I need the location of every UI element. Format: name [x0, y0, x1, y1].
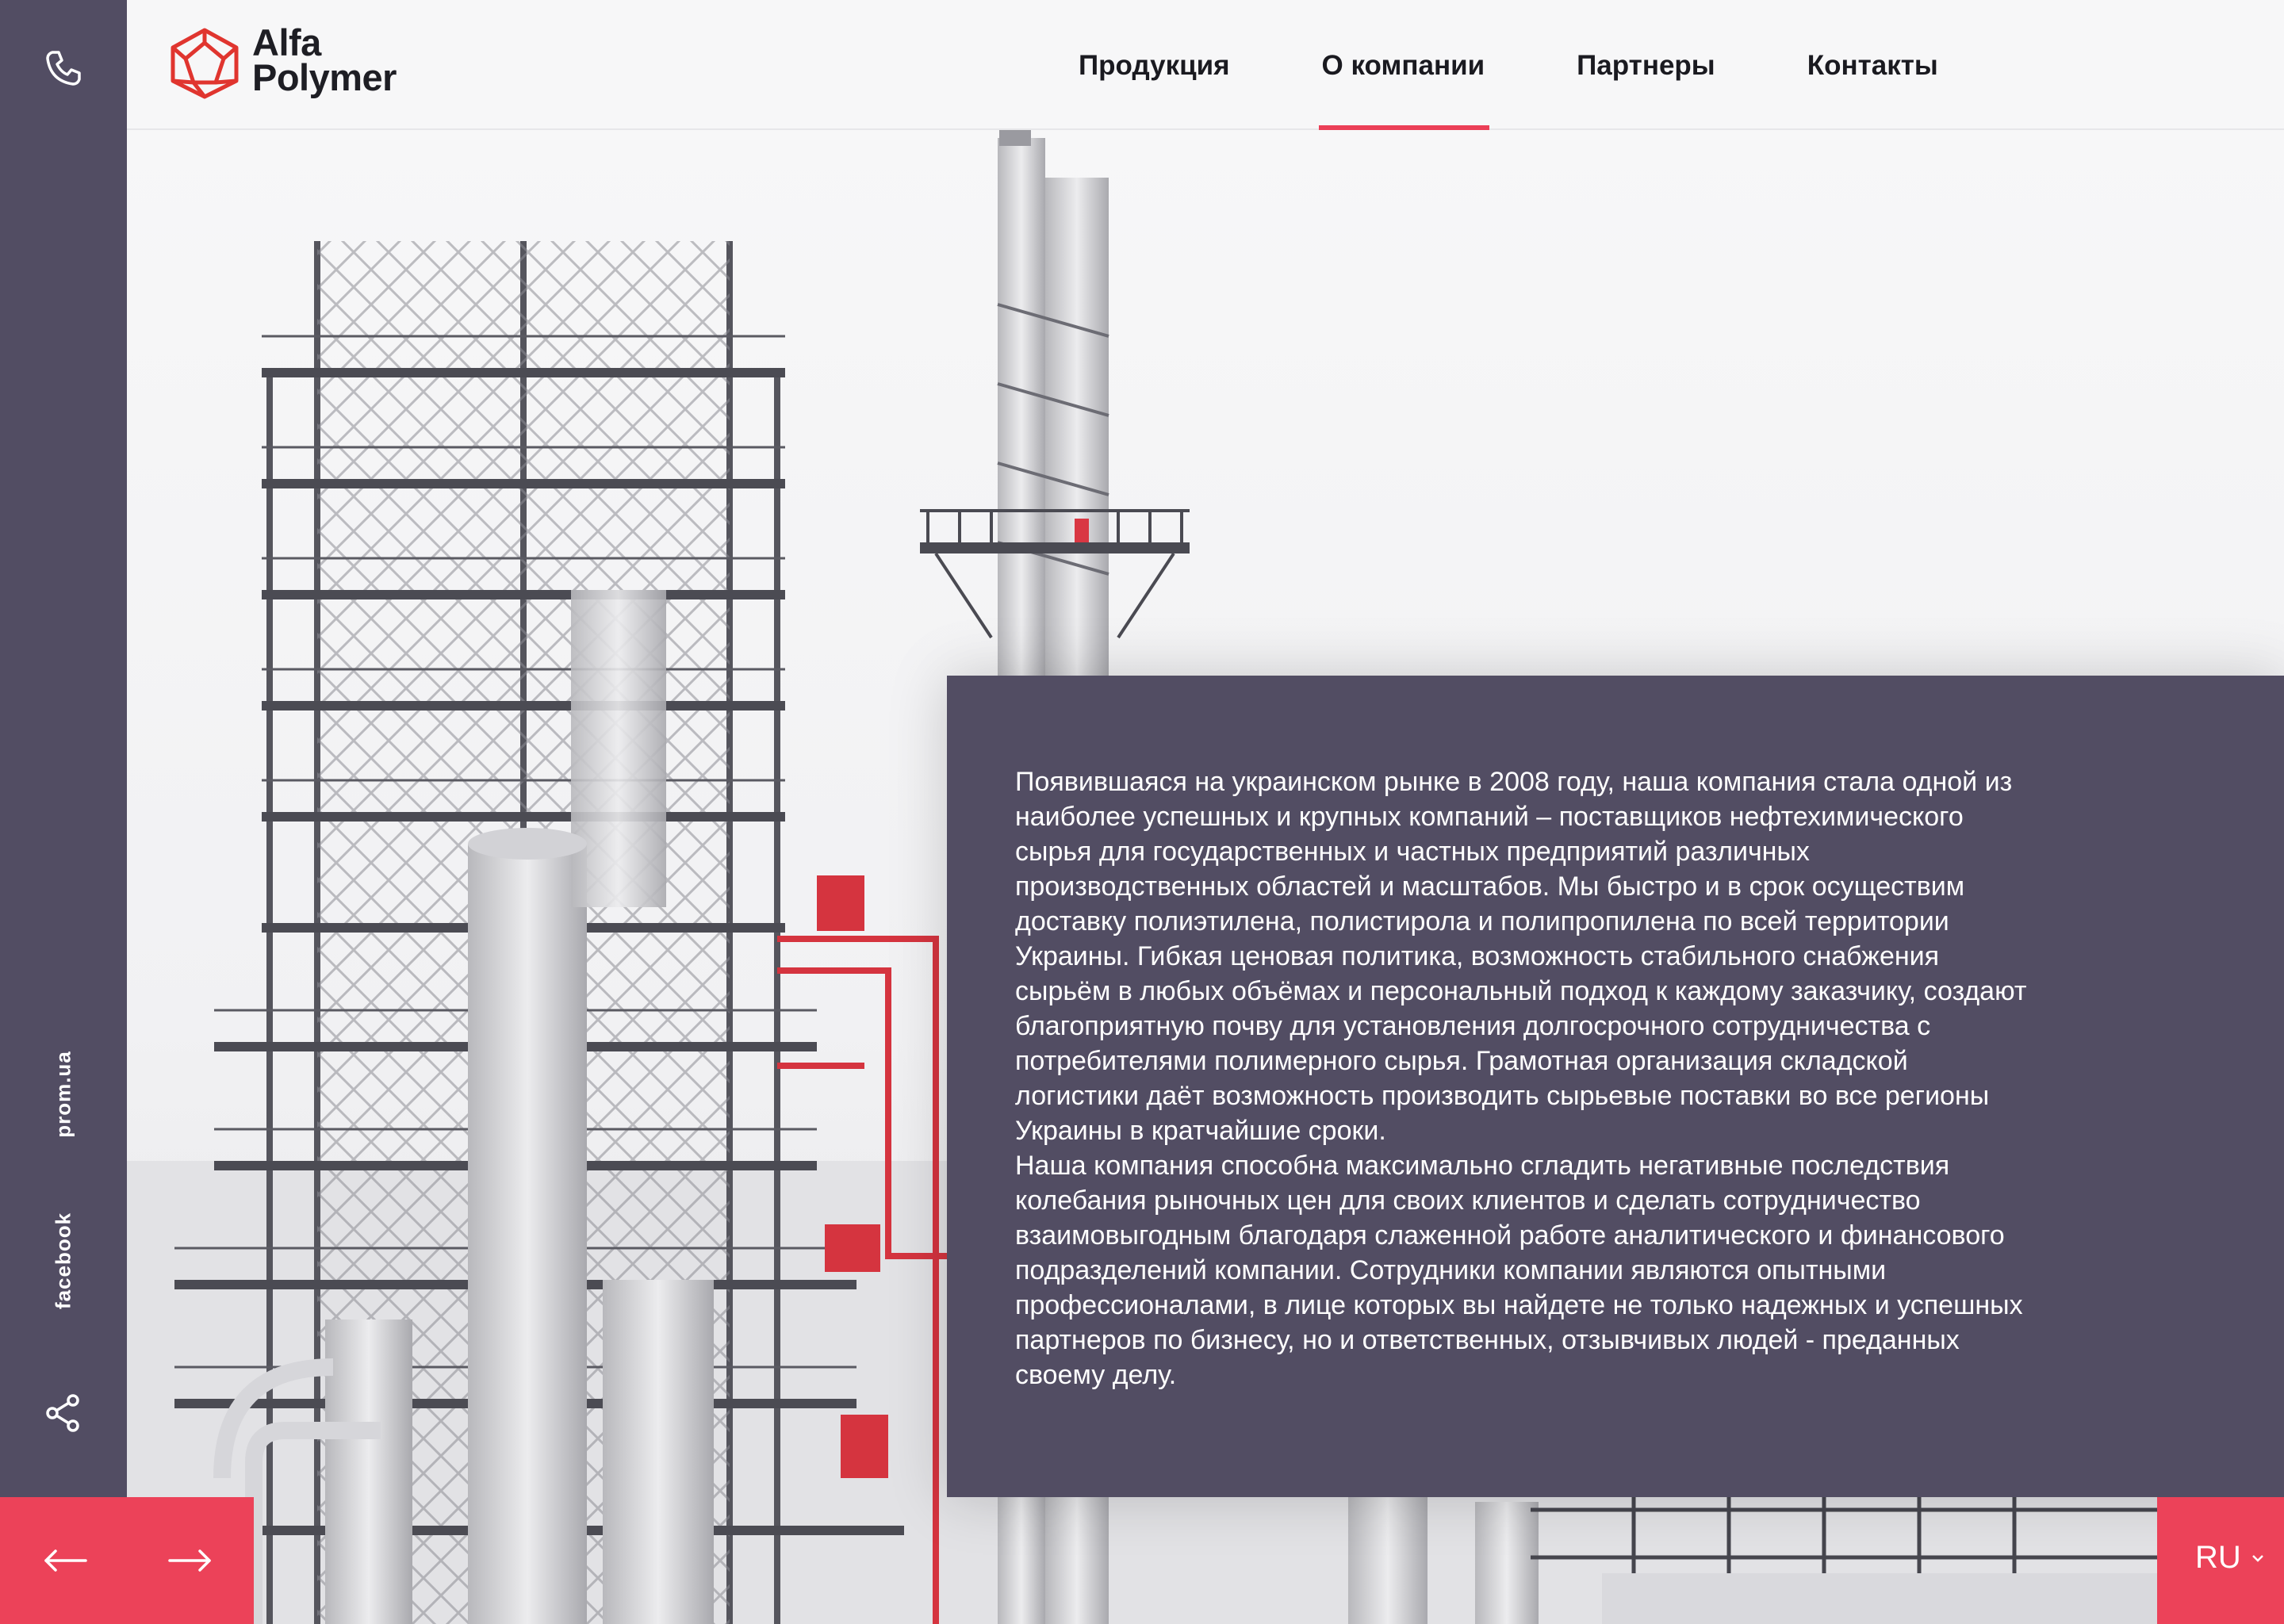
- logo[interactable]: Alfa Polymer: [167, 21, 436, 105]
- main-nav: Продукция О компании Партнеры Контакты: [1079, 0, 2030, 130]
- logo-line-1: Alfa: [252, 21, 321, 63]
- nav-item-products[interactable]: Продукция: [1079, 0, 1230, 128]
- arrow-left-icon[interactable]: [41, 1541, 89, 1580]
- arrow-right-icon[interactable]: [167, 1541, 214, 1580]
- about-paragraph-2: Наша компания способна максимально сглад…: [1015, 1151, 2023, 1390]
- share-icon[interactable]: [40, 1389, 87, 1437]
- slider-controls: [0, 1497, 254, 1624]
- sidebar: prom.ua facebook: [0, 0, 127, 1497]
- about-paragraph-1: Появившаяся на украинском рынке в 2008 г…: [1015, 767, 2027, 1146]
- phone-icon[interactable]: [40, 44, 87, 92]
- polyhedron-logo-icon: [171, 28, 239, 99]
- nav-item-about[interactable]: О компании: [1318, 0, 1489, 130]
- language-selector[interactable]: RU: [2157, 1497, 2284, 1624]
- chevron-down-icon: [2252, 1555, 2263, 1562]
- nav-item-contacts[interactable]: Контакты: [1807, 0, 1938, 128]
- language-label: RU: [2195, 1540, 2241, 1575]
- about-text: Появившаяся на украинском рынке в 2008 г…: [1015, 764, 2038, 1392]
- facebook-link[interactable]: facebook: [52, 1212, 76, 1309]
- site-header: Alfa Polymer Продукция О компании Партне…: [127, 0, 2284, 130]
- nav-item-partners[interactable]: Партнеры: [1577, 0, 1715, 128]
- about-panel: Появившаяся на украинском рынке в 2008 г…: [947, 676, 2284, 1497]
- logo-line-2: Polymer: [252, 56, 397, 98]
- prom-ua-link[interactable]: prom.ua: [52, 1051, 76, 1138]
- logo-text: Alfa Polymer: [252, 21, 397, 98]
